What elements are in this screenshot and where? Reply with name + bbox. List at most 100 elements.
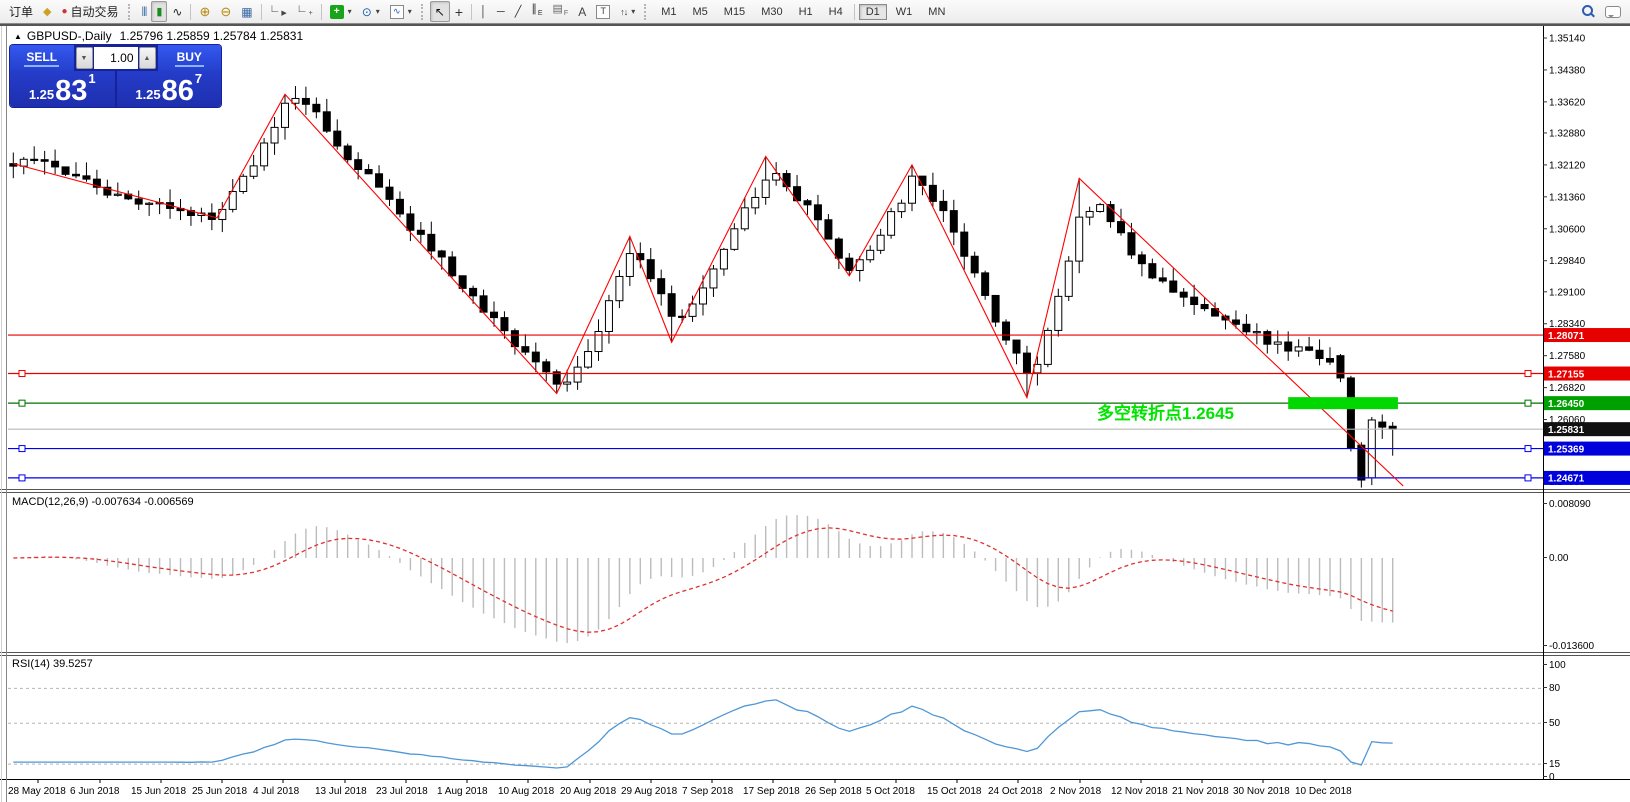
zigzag-line[interactable]: [13, 94, 1403, 486]
timeframe-button-m1[interactable]: M1: [654, 4, 683, 20]
line-handle[interactable]: [19, 400, 25, 406]
candle-body: [365, 169, 372, 173]
buy-price-point: 7: [195, 71, 202, 86]
candlestick-chart-button[interactable]: ▮: [151, 1, 167, 22]
candle-body: [835, 239, 842, 258]
volume-value[interactable]: 1.00: [94, 47, 138, 69]
candle-body: [1316, 350, 1323, 358]
horizontal-line-button[interactable]: ─: [492, 1, 510, 22]
price-label: 1.26450: [1548, 399, 1585, 410]
dropdown-arrow-icon[interactable]: ▾: [631, 7, 635, 16]
bar-chart-button[interactable]: |||: [137, 1, 152, 22]
shapes-icon: ↑↓: [620, 5, 627, 19]
price-axis-label: 1.29840: [1549, 256, 1586, 267]
autotrading-button[interactable]: ●自动交易: [56, 1, 123, 22]
date-axis-label: 1 Aug 2018: [437, 786, 488, 797]
timeframe-button-mn[interactable]: MN: [921, 4, 952, 20]
volume-stepper: ▼ 1.00 ▲: [74, 45, 158, 71]
vertical-line-button[interactable]: │: [475, 1, 492, 22]
volume-increase-button[interactable]: ▲: [139, 47, 156, 69]
new-order-icon: ◆: [43, 5, 51, 19]
indicators-window-button[interactable]: ∟▶: [265, 1, 292, 22]
line-handle[interactable]: [1525, 446, 1531, 452]
candle-body: [1232, 320, 1239, 324]
line-handle[interactable]: [1525, 400, 1531, 406]
line-handle[interactable]: [19, 475, 25, 481]
date-axis-label: 15 Jun 2018: [131, 786, 186, 797]
timeframe-button-d1[interactable]: D1: [859, 4, 887, 20]
new-order-button[interactable]: ◆: [38, 1, 56, 22]
zoom-out-button[interactable]: ⊖: [215, 1, 236, 22]
line-handle[interactable]: [1525, 371, 1531, 377]
line-handle[interactable]: [1525, 475, 1531, 481]
buy-button[interactable]: BUY: [158, 45, 222, 71]
rsi-axis-label: 15: [1549, 759, 1561, 770]
toolbar-grip: [128, 4, 133, 20]
fibonacci-icon: ▤F: [553, 2, 569, 21]
candle-body: [950, 211, 957, 232]
cursor-button[interactable]: ↖: [430, 1, 450, 22]
candle-body: [1243, 324, 1250, 331]
candle-body: [1347, 378, 1354, 448]
data-window-button[interactable]: ∟+: [292, 1, 318, 22]
collapse-icon[interactable]: ▲: [14, 32, 22, 41]
candle-body: [898, 203, 905, 211]
fibonacci-button[interactable]: ▤F: [548, 1, 574, 22]
chart-area[interactable]: 1.351401.343801.336201.328801.321201.313…: [0, 0, 1630, 802]
line-handle[interactable]: [19, 371, 25, 377]
candle-body: [1159, 278, 1166, 281]
turning-point-annotation[interactable]: 多空转折点1.2645: [1097, 399, 1234, 424]
volume-decrease-button[interactable]: ▼: [76, 47, 93, 69]
candle-body: [1264, 332, 1271, 345]
trendline-button[interactable]: ╱: [510, 1, 527, 22]
candle-body: [658, 279, 665, 294]
timeframe-button-w1[interactable]: W1: [889, 4, 920, 20]
candle-body: [282, 103, 289, 127]
timeframe-button-h1[interactable]: H1: [792, 4, 820, 20]
text-button[interactable]: A: [573, 1, 591, 22]
candle-body: [585, 352, 592, 368]
equidistant-channel-button[interactable]: ∥E: [526, 1, 547, 22]
label-button[interactable]: T: [591, 1, 615, 22]
price-axis-label: 1.32880: [1549, 128, 1586, 139]
price-label: 1.27155: [1548, 369, 1585, 380]
zoom-in-button[interactable]: ⊕: [194, 1, 215, 22]
add-indicator-button[interactable]: +▾: [325, 1, 357, 22]
candle-body: [1285, 342, 1292, 351]
timeframe-button-m15[interactable]: M15: [717, 4, 752, 20]
buy-price[interactable]: 1.25867: [117, 71, 222, 107]
candle-body: [971, 256, 978, 273]
candle-body: [605, 301, 612, 332]
candle-body: [470, 288, 477, 295]
candle-body: [1295, 347, 1302, 351]
hline-icon: ─: [497, 5, 505, 19]
crosshair-button[interactable]: +: [450, 1, 468, 22]
line-chart-button[interactable]: ∿: [167, 1, 187, 22]
sell-button[interactable]: SELL: [10, 45, 74, 71]
dropdown-arrow-icon[interactable]: ▾: [408, 7, 412, 16]
shapes-button[interactable]: ↑↓ ▾: [615, 1, 640, 22]
candle-body: [1306, 347, 1313, 350]
dropdown-arrow-icon[interactable]: ▾: [348, 7, 352, 16]
chat-button[interactable]: [1600, 1, 1626, 22]
search-button[interactable]: [1577, 1, 1600, 22]
turning-point-highlight-bar[interactable]: [1288, 397, 1398, 409]
zoom-out-icon: ⊖: [220, 5, 231, 19]
timeframe-button-h4[interactable]: H4: [822, 4, 850, 20]
date-axis-label: 7 Sep 2018: [682, 786, 734, 797]
orders-button[interactable]: 订单: [4, 1, 38, 22]
line-handle[interactable]: [19, 446, 25, 452]
candle-body: [762, 180, 769, 197]
sell-price[interactable]: 1.25831: [10, 71, 115, 107]
dropdown-arrow-icon[interactable]: ▾: [376, 7, 380, 16]
tile-windows-button[interactable]: ▦: [236, 1, 257, 22]
periods-button[interactable]: ⊙▾: [357, 1, 385, 22]
date-axis-label: 5 Oct 2018: [866, 786, 915, 797]
candle-body: [261, 143, 268, 166]
candle-body: [564, 382, 571, 384]
templates-button[interactable]: ∿▾: [385, 1, 417, 22]
candle-body: [1170, 281, 1177, 292]
candles-layer: [10, 86, 1396, 488]
timeframe-button-m5[interactable]: M5: [686, 4, 715, 20]
timeframe-button-m30[interactable]: M30: [754, 4, 789, 20]
